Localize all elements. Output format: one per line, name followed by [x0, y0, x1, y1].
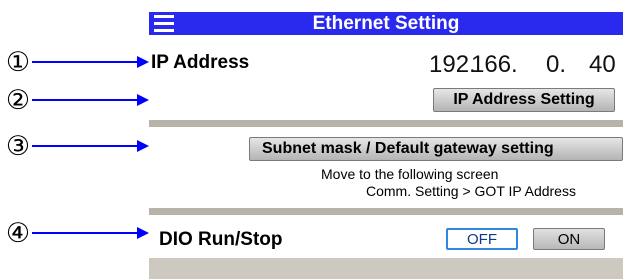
navigation-path-note: Comm. Setting > GOT IP Address [366, 183, 576, 199]
ip-octet-1: 192. [429, 51, 476, 78]
callout-1-arrow-head [137, 56, 149, 68]
screen-title: Ethernet Setting [312, 13, 460, 34]
callout-3-arrow-head [137, 140, 149, 152]
section-divider-2 [149, 208, 623, 215]
callout-4: ④ [5, 217, 31, 249]
ip-octet-3: 0. [546, 51, 567, 78]
title-bar: Ethernet Setting [149, 12, 623, 35]
section-divider-1 [149, 120, 623, 127]
callout-2-arrow-line [32, 99, 138, 101]
callout-4-arrow-head [137, 227, 149, 239]
ip-address-setting-button[interactable]: IP Address Setting [433, 88, 615, 112]
callout-3: ③ [5, 130, 31, 162]
ethernet-setting-screen: Ethernet Setting IP Address 192. 166. 0.… [149, 12, 623, 279]
callout-1: ① [5, 46, 31, 78]
callout-3-arrow-line [32, 145, 138, 147]
callout-1-arrow-line [32, 61, 138, 63]
callout-2-arrow-head [137, 94, 149, 106]
move-note: Move to the following screen [321, 166, 499, 182]
dio-on-button[interactable]: ON [533, 228, 605, 250]
ip-octet-2: 166. [471, 51, 518, 78]
bottom-panel [149, 258, 623, 279]
ip-octet-4: 40 [589, 51, 616, 78]
ip-address-label: IP Address [151, 52, 250, 73]
dio-run-stop-label: DIO Run/Stop [159, 229, 283, 250]
callout-2: ② [5, 84, 31, 116]
dio-off-button[interactable]: OFF [446, 228, 518, 250]
subnet-gateway-setting-button[interactable]: Subnet mask / Default gateway setting [249, 137, 623, 161]
callout-4-arrow-line [32, 232, 138, 234]
